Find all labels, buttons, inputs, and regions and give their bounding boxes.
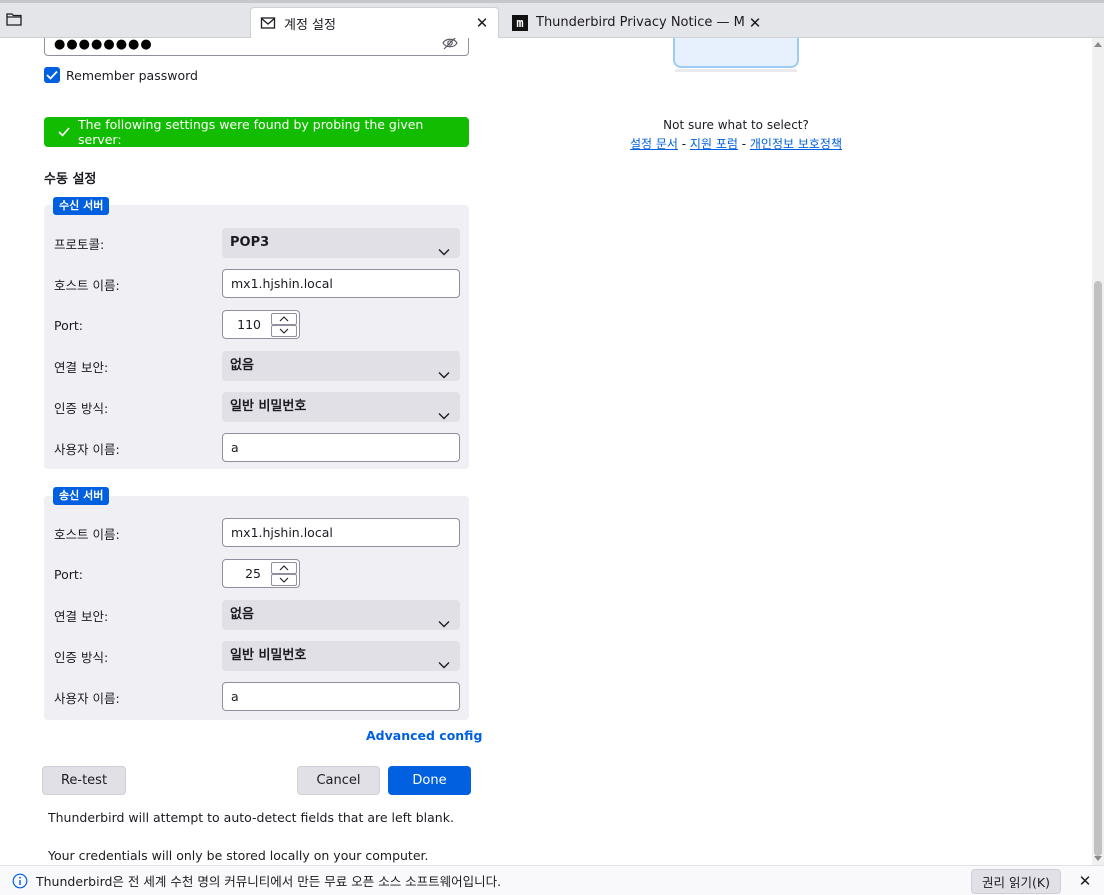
tab-privacy-notice[interactable]: m Thunderbird Privacy Notice — Mo ✕ [503, 7, 771, 38]
tab-label: Thunderbird Privacy Notice — Mo [536, 15, 745, 30]
advanced-config-link[interactable]: Advanced config [366, 728, 482, 743]
password-field[interactable]: ●●●●●●●● [44, 38, 469, 56]
incoming-security-value: 없음 [230, 358, 254, 373]
scroll-up-icon[interactable] [1094, 42, 1102, 47]
incoming-security-select[interactable]: 없음 [222, 351, 460, 381]
done-button[interactable]: Done [388, 766, 471, 795]
port-increment-icon[interactable] [271, 313, 297, 325]
mozilla-m-icon: m [512, 14, 528, 31]
setup-illustration [673, 38, 799, 72]
outgoing-auth-select[interactable]: 일반 비밀번호 [222, 641, 460, 671]
outgoing-port-value: 25 [245, 566, 261, 581]
incoming-auth-label: 인증 방식: [54, 401, 109, 416]
setup-docs-link[interactable]: 설정 문서 [630, 137, 678, 151]
retest-button[interactable]: Re-test [42, 766, 126, 795]
outgoing-security-value: 없음 [230, 607, 254, 622]
notification-text: Thunderbird은 전 세계 수천 명의 커뮤니티에서 만든 무료 오픈 … [36, 874, 502, 889]
incoming-server-badge: 수신 서버 [53, 197, 110, 215]
close-icon[interactable]: ✕ [745, 13, 765, 33]
notification-bar: Thunderbird은 전 세계 수천 명의 커뮤니티에서 만든 무료 오픈 … [0, 865, 1104, 895]
close-icon[interactable]: ✕ [1074, 870, 1096, 892]
hide-password-icon[interactable] [442, 38, 458, 50]
incoming-security-label: 연결 보안: [54, 360, 109, 375]
outgoing-auth-label: 인증 방식: [54, 650, 109, 665]
incoming-port-value: 110 [237, 317, 261, 332]
checkmark-icon [58, 126, 70, 138]
outgoing-port-input[interactable]: 25 [222, 559, 300, 588]
outgoing-server-badge: 송신 서버 [53, 487, 110, 505]
incoming-host-input[interactable]: mx1.hjshin.local [222, 269, 460, 298]
chevron-down-icon [438, 238, 450, 256]
outgoing-username-input[interactable]: a [222, 682, 460, 711]
incoming-protocol-label: 프로토콜: [54, 237, 105, 252]
incoming-port-label: Port: [54, 318, 83, 333]
incoming-username-input[interactable]: a [222, 433, 460, 462]
incoming-protocol-select[interactable]: POP3 [222, 228, 460, 258]
remember-password-label: Remember password [66, 67, 198, 83]
port-decrement-icon[interactable] [271, 325, 297, 337]
chevron-down-icon [438, 402, 450, 420]
incoming-host-label: 호스트 이름: [54, 278, 120, 293]
incoming-protocol-value: POP3 [230, 235, 270, 250]
password-value: ●●●●●●●● [54, 38, 153, 52]
privacy-policy-link[interactable]: 개인정보 보호정책 [750, 137, 842, 151]
link-separator: - [677, 137, 690, 151]
outgoing-port-label: Port: [54, 567, 83, 582]
help-question: Not sure what to select? [663, 118, 809, 132]
port-increment-icon[interactable] [271, 562, 297, 574]
tab-bar-top-edge [0, 0, 1104, 3]
link-separator: - [737, 137, 750, 151]
outgoing-host-label: 호스트 이름: [54, 527, 120, 542]
tab-account-settings[interactable]: 계정 설정 ✕ [250, 7, 499, 38]
scrollbar-thumb[interactable] [1094, 281, 1102, 856]
incoming-port-input[interactable]: 110 [222, 310, 300, 339]
account-setup-content: ●●●●●●●● Remember password The following… [0, 38, 1092, 865]
chevron-down-icon [438, 361, 450, 379]
autodetect-note: Thunderbird will attempt to auto-detect … [48, 810, 454, 825]
outgoing-security-label: 연결 보안: [54, 609, 109, 624]
info-icon [12, 873, 28, 889]
folder-icon[interactable] [6, 12, 24, 28]
incoming-auth-select[interactable]: 일반 비밀번호 [222, 392, 460, 422]
success-banner: The following settings were found by pro… [44, 117, 469, 147]
illustration-shadow [675, 69, 797, 72]
chevron-down-icon [438, 610, 450, 628]
success-banner-text: The following settings were found by pro… [78, 117, 424, 147]
help-links: 설정 문서 - 지원 포럼 - 개인정보 보호정책 [560, 135, 912, 152]
remember-password-checkbox[interactable] [44, 67, 60, 83]
scroll-down-icon[interactable] [1094, 856, 1102, 861]
support-forum-link[interactable]: 지원 포럼 [690, 137, 738, 151]
manual-config-title: 수동 설정 [44, 172, 97, 187]
credentials-note: Your credentials will only be stored loc… [48, 848, 429, 863]
incoming-username-label: 사용자 이름: [54, 442, 120, 457]
outgoing-username-label: 사용자 이름: [54, 691, 120, 706]
outgoing-security-select[interactable]: 없음 [222, 600, 460, 630]
read-rights-button[interactable]: 권리 읽기(K) [971, 869, 1061, 894]
cancel-button[interactable]: Cancel [297, 766, 380, 795]
port-decrement-icon[interactable] [271, 574, 297, 586]
vertical-scrollbar[interactable] [1092, 38, 1104, 865]
tab-label: 계정 설정 [284, 17, 336, 33]
outgoing-auth-value: 일반 비밀번호 [230, 648, 307, 663]
incoming-auth-value: 일반 비밀번호 [230, 399, 307, 414]
chevron-down-icon [438, 651, 450, 669]
outgoing-host-input[interactable]: mx1.hjshin.local [222, 518, 460, 547]
tab-bar: 계정 설정 ✕ m Thunderbird Privacy Notice — M… [0, 0, 1104, 38]
close-icon[interactable]: ✕ [472, 13, 492, 33]
mail-icon [260, 15, 276, 31]
remember-password[interactable]: Remember password [44, 67, 198, 83]
